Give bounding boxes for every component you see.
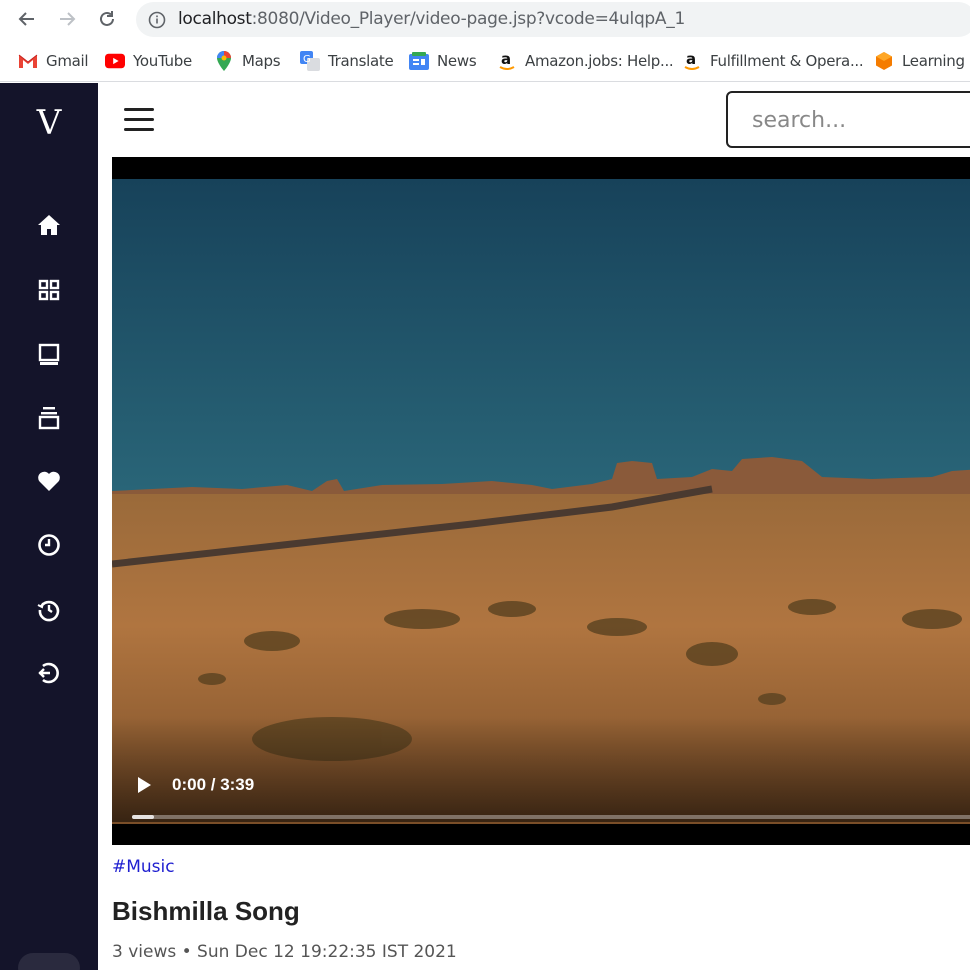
play-button[interactable] [134, 775, 154, 795]
bookmark-learning[interactable]: Learning L [874, 50, 970, 72]
sidebar-item-logout[interactable] [35, 659, 63, 687]
video-progress-bar[interactable] [132, 815, 970, 819]
translate-icon: G [300, 51, 320, 71]
news-icon [409, 51, 429, 71]
svg-text:a: a [686, 51, 696, 68]
controls-overlay [112, 717, 970, 822]
sidebar-item-collection[interactable] [35, 404, 63, 432]
gmail-icon [18, 51, 38, 71]
search-input[interactable] [752, 105, 970, 135]
bookmark-maps[interactable]: Maps [214, 50, 281, 72]
back-button[interactable] [14, 6, 40, 32]
heart-icon [38, 471, 60, 491]
forward-button[interactable] [54, 6, 80, 32]
amazon-icon: a [682, 51, 702, 71]
sidebar-item-grid[interactable] [35, 276, 63, 304]
clock-icon [38, 534, 60, 556]
bookmark-amazon-jobs[interactable]: a Amazon.jobs: Help... [497, 50, 674, 72]
arrow-left-icon [18, 12, 34, 26]
sidebar-item-home[interactable] [35, 211, 63, 239]
video-time: 0:00 / 3:39 [172, 775, 255, 794]
history-icon [37, 600, 60, 622]
bookmark-translate[interactable]: G Translate [300, 50, 394, 72]
reload-icon [100, 11, 114, 26]
grid-icon [38, 279, 60, 301]
url-text: localhost:8080/Video_Player/video-page.j… [178, 9, 685, 29]
info-icon [148, 11, 166, 29]
hamburger-line [124, 128, 154, 131]
hamburger-icon [124, 108, 154, 111]
video-progress-fill [132, 815, 155, 819]
theme-toggle[interactable] [18, 953, 80, 970]
bookmark-gmail[interactable]: Gmail [18, 50, 89, 72]
svg-text:a: a [501, 51, 511, 68]
video-hashtag[interactable]: #Music [112, 857, 175, 877]
play-icon [138, 777, 151, 793]
menu-button[interactable] [124, 108, 154, 132]
svg-text:G: G [303, 54, 310, 65]
sidebar-item-book[interactable] [35, 341, 63, 369]
arrow-right-icon [60, 12, 76, 26]
book-icon [38, 343, 60, 365]
sidebar-item-watch-later[interactable] [35, 531, 63, 559]
bookmark-youtube[interactable]: YouTube [105, 50, 192, 72]
video-meta: 3 views • Sun Dec 12 19:22:35 IST 2021 [112, 942, 457, 962]
browser-toolbar: localhost:8080/Video_Player/video-page.j… [0, 0, 970, 40]
maps-icon [214, 51, 234, 71]
video-title: Bishmilla Song [112, 896, 300, 926]
bookmark-fulfillment[interactable]: a Fulfillment & Opera... [682, 50, 864, 72]
video-player[interactable]: 0:00 / 3:39 [112, 157, 970, 845]
collection-icon [38, 407, 60, 430]
hamburger-line [124, 118, 154, 121]
sidebar: V [0, 83, 98, 970]
sidebar-item-history[interactable] [35, 596, 63, 624]
learning-icon [874, 51, 894, 71]
home-icon [38, 215, 60, 235]
bookmarks-bar: Gmail YouTube Maps G Translate News a Am… [0, 40, 970, 82]
sidebar-item-liked[interactable] [35, 467, 63, 495]
app-logo[interactable]: V [0, 103, 98, 143]
search-box[interactable] [726, 91, 970, 148]
bookmark-news[interactable]: News [409, 50, 477, 72]
reload-button[interactable] [94, 6, 120, 32]
address-bar[interactable]: localhost:8080/Video_Player/video-page.j… [136, 2, 970, 37]
logout-icon [38, 662, 59, 684]
amazon-icon: a [497, 51, 517, 71]
youtube-icon [105, 51, 125, 71]
